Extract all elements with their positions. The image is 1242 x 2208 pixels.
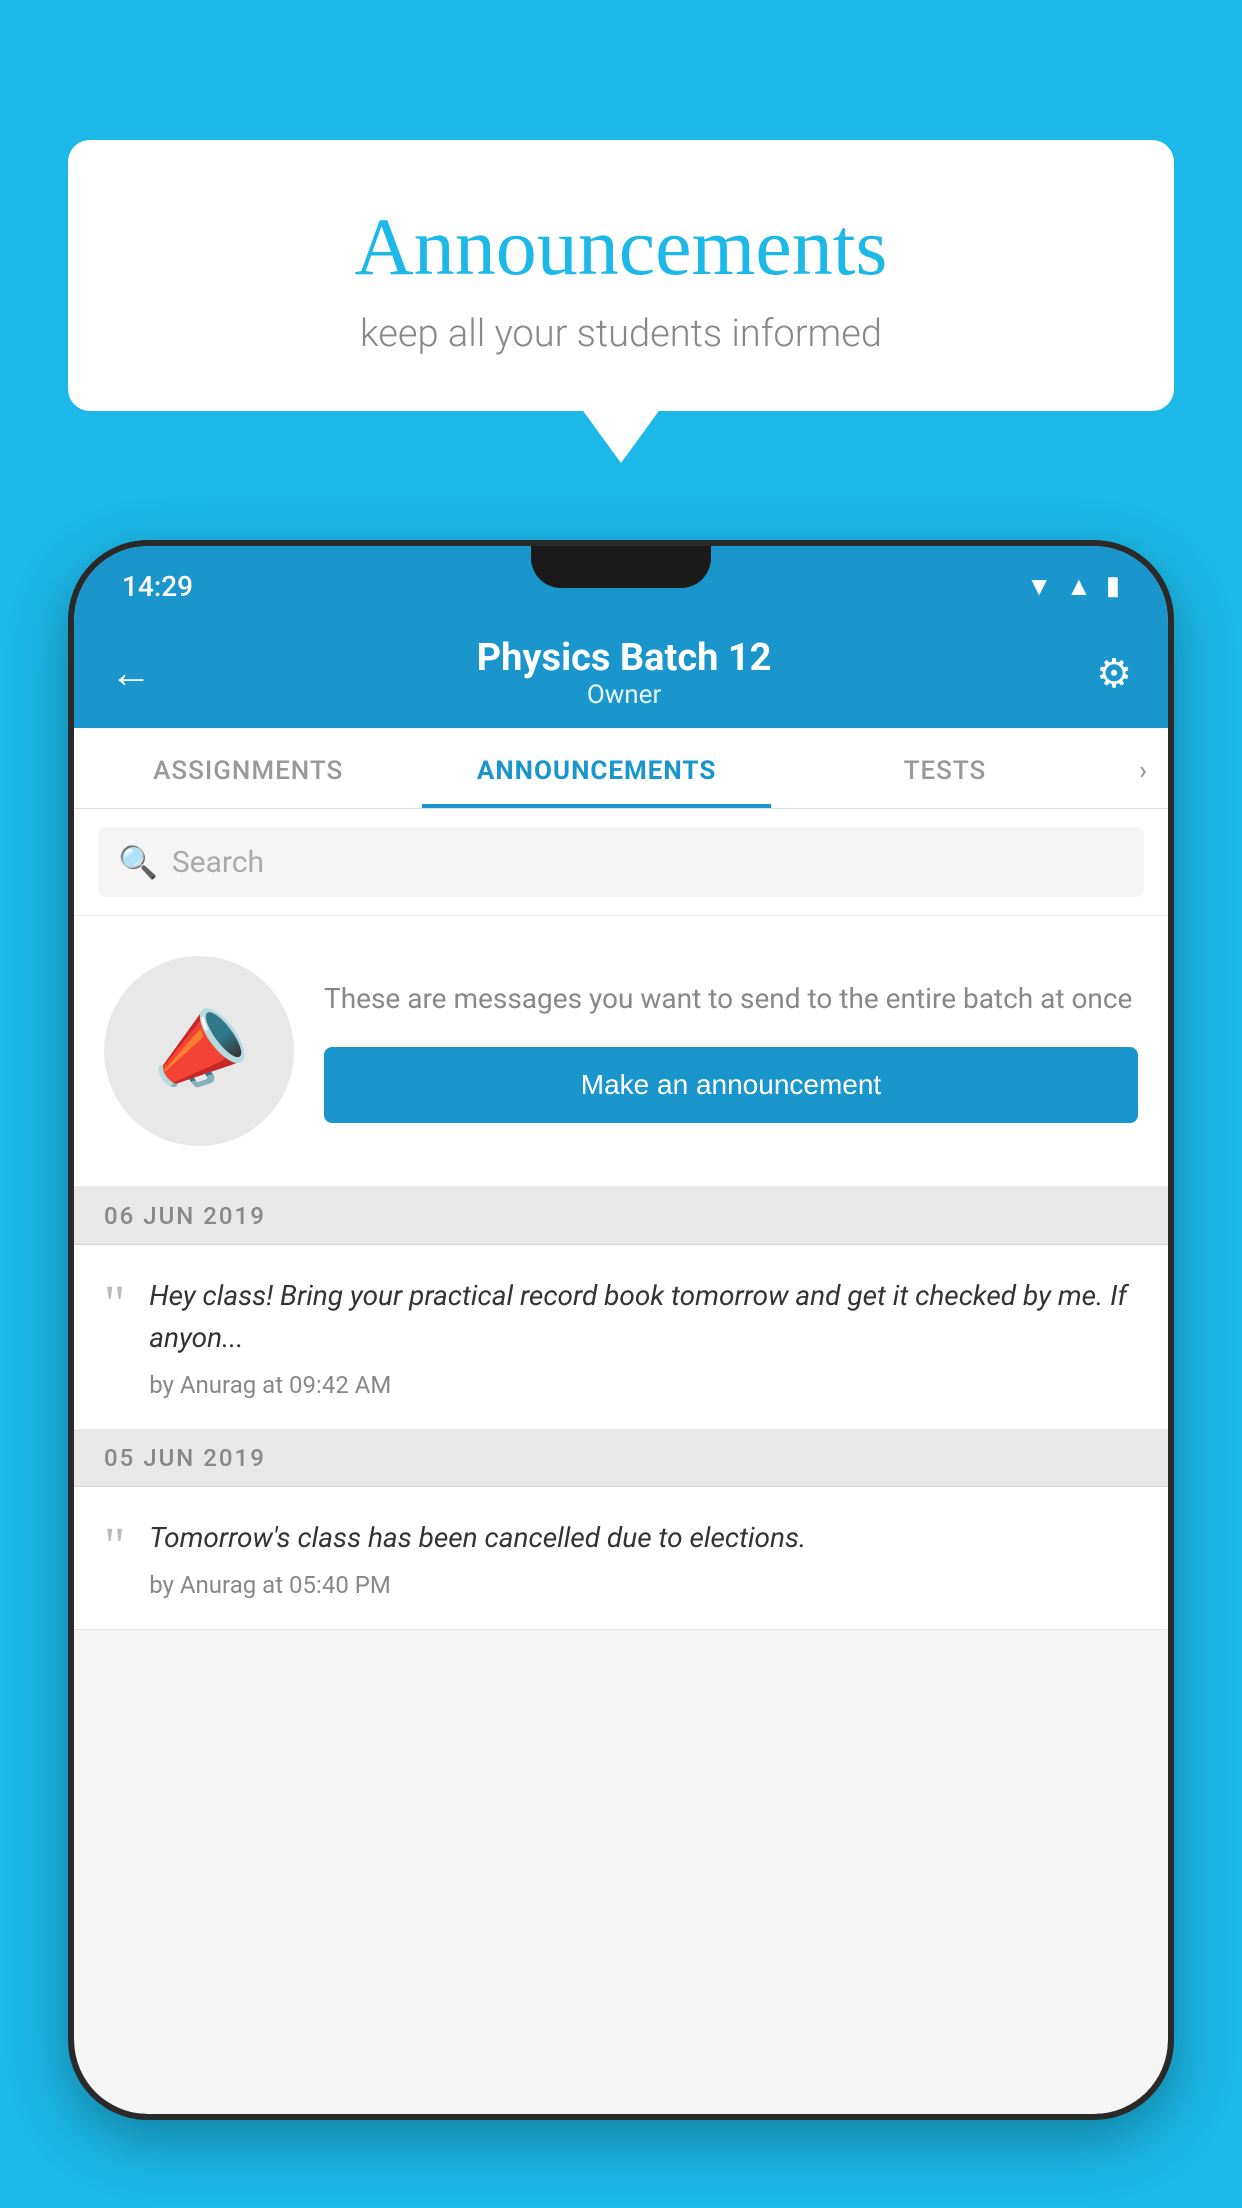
tab-announcements[interactable]: ANNOUNCEMENTS <box>422 728 770 808</box>
date-separator-1: 06 JUN 2019 <box>74 1188 1168 1245</box>
phone-frame: 14:29 ▼ ▲ ▮ ← Physics Batch 12 Owner ⚙ A… <box>68 540 1174 2120</box>
phone-screen: 14:29 ▼ ▲ ▮ ← Physics Batch 12 Owner ⚙ A… <box>74 546 1168 2114</box>
back-button[interactable]: ← <box>110 649 152 698</box>
date-separator-2: 05 JUN 2019 <box>74 1430 1168 1487</box>
tab-tests[interactable]: TESTS <box>771 728 1119 808</box>
search-bar[interactable]: 🔍 Search <box>98 827 1144 897</box>
phone-notch <box>531 546 711 588</box>
search-placeholder: Search <box>172 845 264 880</box>
status-time: 14:29 <box>122 570 193 603</box>
bubble-subtitle: keep all your students informed <box>108 312 1134 356</box>
search-icon: 🔍 <box>118 843 158 881</box>
announce-text-1: Hey class! Bring your practical record b… <box>149 1275 1138 1359</box>
tab-more[interactable]: › <box>1119 728 1168 808</box>
battery-icon: ▮ <box>1106 571 1120 601</box>
announce-icon-circle: 📣 <box>104 956 294 1146</box>
megaphone-icon: 📣 <box>139 993 260 1110</box>
tab-assignments[interactable]: ASSIGNMENTS <box>74 728 422 808</box>
gear-icon[interactable]: ⚙ <box>1096 650 1132 697</box>
announce-text-2: Tomorrow's class has been cancelled due … <box>149 1517 1138 1559</box>
header-title: Physics Batch 12 <box>152 636 1096 680</box>
quote-icon-2: " <box>104 1521 125 1573</box>
header-center: Physics Batch 12 Owner <box>152 636 1096 710</box>
wifi-icon: ▼ <box>1026 571 1052 602</box>
announcement-prompt: 📣 These are messages you want to send to… <box>74 916 1168 1188</box>
announce-description: These are messages you want to send to t… <box>324 979 1138 1018</box>
announce-right: These are messages you want to send to t… <box>324 979 1138 1122</box>
announce-meta-1: by Anurag at 09:42 AM <box>149 1371 1138 1399</box>
app-header: ← Physics Batch 12 Owner ⚙ <box>74 618 1168 728</box>
search-container: 🔍 Search <box>74 809 1168 916</box>
quote-icon-1: " <box>104 1279 125 1331</box>
announcement-item-2: " Tomorrow's class has been cancelled du… <box>74 1487 1168 1630</box>
speech-bubble-container: Announcements keep all your students inf… <box>68 140 1174 411</box>
header-subtitle: Owner <box>152 680 1096 710</box>
speech-bubble: Announcements keep all your students inf… <box>68 140 1174 411</box>
announce-meta-2: by Anurag at 05:40 PM <box>149 1571 1138 1599</box>
make-announcement-button[interactable]: Make an announcement <box>324 1047 1138 1123</box>
announce-content-1: Hey class! Bring your practical record b… <box>149 1275 1138 1399</box>
announcement-item-1: " Hey class! Bring your practical record… <box>74 1245 1168 1430</box>
announce-content-2: Tomorrow's class has been cancelled due … <box>149 1517 1138 1599</box>
bubble-title: Announcements <box>108 200 1134 294</box>
tabs-container: ASSIGNMENTS ANNOUNCEMENTS TESTS › <box>74 728 1168 809</box>
signal-icon: ▲ <box>1066 571 1092 602</box>
status-icons: ▼ ▲ ▮ <box>1026 571 1120 602</box>
